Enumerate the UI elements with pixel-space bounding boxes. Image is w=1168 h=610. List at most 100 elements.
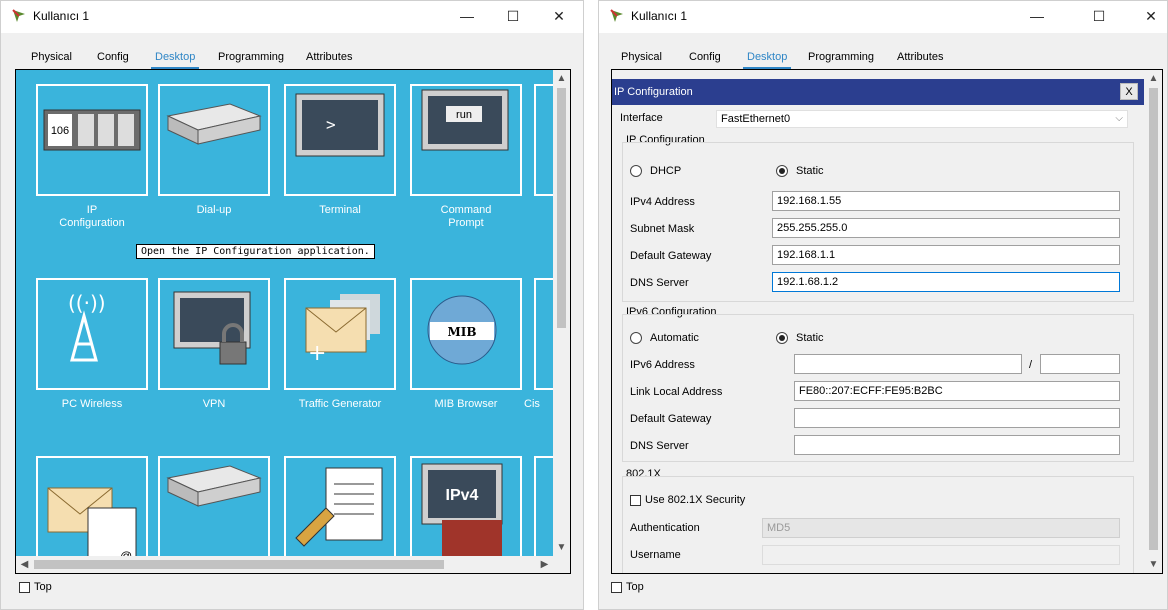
ipv6-static-label: Static — [796, 332, 824, 344]
link-local-label: Link Local Address — [630, 386, 723, 398]
tab-attributes[interactable]: Attributes — [306, 45, 352, 69]
interface-label: Interface — [620, 112, 663, 124]
scroll-up-arrow[interactable]: ▲ — [553, 70, 570, 87]
use-8021x-toggle[interactable]: Use 802.1X Security — [630, 494, 745, 506]
close-button[interactable]: ✕ — [1139, 5, 1163, 27]
tab-config[interactable]: Config — [97, 45, 129, 69]
right-window: Kullanıcı 1 — ☐ ✕ Physical Config Deskto… — [598, 0, 1168, 610]
terminal-icon: > — [295, 93, 385, 157]
tab-desktop[interactable]: Desktop — [742, 45, 792, 70]
svg-text:106: 106 — [51, 125, 69, 137]
pc-wireless-app[interactable]: ((·)) — [36, 278, 148, 390]
title-bar[interactable]: Kullanıcı 1 — ☐ ✕ — [599, 1, 1167, 33]
terminal-app[interactable]: > — [284, 84, 396, 196]
ip-configuration-app[interactable]: 106 — [36, 84, 148, 196]
interface-value: FastEthernet0 — [721, 113, 791, 125]
tab-config[interactable]: Config — [689, 45, 721, 69]
ipv6-dns-field[interactable] — [794, 435, 1120, 455]
packet-tracer-app-icon — [610, 9, 623, 22]
svg-text:IPv4: IPv4 — [446, 487, 479, 504]
authentication-select[interactable]: MD5 — [762, 518, 1120, 538]
pppoe-dialer-icon — [166, 465, 262, 507]
dhcp-radio[interactable] — [630, 165, 642, 177]
command-prompt-icon: run — [421, 89, 509, 151]
scroll-thumb-horizontal[interactable] — [34, 560, 444, 569]
tab-physical[interactable]: Physical — [621, 45, 662, 69]
subnet-mask-label: Subnet Mask — [630, 223, 695, 235]
ip-configuration-label: IP Configuration — [28, 204, 156, 230]
automatic-radio[interactable] — [630, 332, 642, 344]
dns-server-field[interactable]: 192.1.68.1.2 — [772, 272, 1120, 292]
default-gateway-label: Default Gateway — [630, 250, 712, 262]
vertical-scrollbar[interactable]: ▲ ▼ — [1145, 70, 1162, 573]
static-label: Static — [796, 165, 824, 177]
ipv6-gateway-field[interactable] — [794, 408, 1120, 428]
wireless-antenna-icon: ((·)) — [68, 291, 106, 362]
use-8021x-checkbox[interactable] — [630, 494, 641, 506]
tab-programming[interactable]: Programming — [808, 45, 874, 69]
ipv6-address-label: IPv6 Address — [630, 359, 695, 371]
static-radio[interactable] — [776, 165, 788, 177]
minimize-button[interactable]: — — [455, 5, 479, 27]
command-prompt-label-line2: Prompt — [448, 217, 484, 229]
maximize-button[interactable]: ☐ — [501, 5, 525, 27]
tab-attributes[interactable]: Attributes — [897, 45, 943, 69]
dhcp-label: DHCP — [650, 165, 682, 177]
ipv6-address-field[interactable] — [794, 354, 1022, 374]
top-toggle[interactable]: Top — [19, 581, 52, 593]
pppoe-dialer-app[interactable] — [158, 456, 270, 568]
traffic-generator-label: Traffic Generator — [298, 398, 382, 410]
ip-config-close-button[interactable]: X — [1120, 83, 1138, 100]
ipv4-address-field[interactable]: 192.168.1.55 — [772, 191, 1120, 211]
horizontal-scrollbar[interactable]: ◀ ▶ — [16, 556, 553, 573]
vertical-scrollbar[interactable]: ▲ ▼ — [553, 70, 570, 573]
subnet-mask-field[interactable]: 255.255.255.0 — [772, 218, 1120, 238]
scroll-up-arrow[interactable]: ▲ — [1145, 70, 1162, 87]
mib-browser-app[interactable]: MIB — [410, 278, 522, 390]
minimize-button[interactable]: — — [1025, 5, 1049, 27]
default-gateway-field[interactable]: 192.168.1.1 — [772, 245, 1120, 265]
dialup-label: Dial-up — [196, 204, 232, 216]
top-checkbox[interactable] — [611, 581, 622, 593]
dialup-modem-icon — [166, 103, 262, 145]
top-label: Top — [34, 581, 52, 594]
email-app[interactable]: @ — [36, 456, 148, 568]
text-editor-icon — [295, 467, 383, 547]
title-bar[interactable]: Kullanıcı 1 — ☐ ✕ — [1, 1, 583, 33]
ipv6-static-radio[interactable] — [776, 332, 788, 344]
interface-select[interactable]: FastEthernet0 ⌵ — [716, 110, 1128, 128]
scroll-thumb[interactable] — [1149, 88, 1158, 550]
command-prompt-app[interactable]: run — [410, 84, 522, 196]
svg-text:run: run — [456, 109, 472, 121]
svg-text:MIB: MIB — [447, 325, 476, 339]
ipv4-firewall-app[interactable]: IPv4 — [410, 456, 522, 568]
command-prompt-label-line1: Command — [440, 204, 492, 216]
username-field[interactable] — [762, 545, 1120, 565]
scroll-left-arrow[interactable]: ◀ — [16, 556, 33, 573]
scroll-right-arrow[interactable]: ▶ — [536, 556, 553, 573]
top-label: Top — [626, 581, 644, 594]
traffic-generator-app[interactable]: + — [284, 278, 396, 390]
dialup-app[interactable] — [158, 84, 270, 196]
link-local-field[interactable]: FE80::207:ECFF:FE95:B2BC — [794, 381, 1120, 401]
svg-text:+: + — [308, 341, 326, 366]
maximize-button[interactable]: ☐ — [1087, 5, 1111, 27]
scroll-down-arrow[interactable]: ▼ — [553, 539, 570, 556]
top-checkbox[interactable] — [19, 581, 30, 593]
tab-physical[interactable]: Physical — [31, 45, 72, 69]
ip-configuration-label-line1: IP — [86, 204, 98, 216]
tab-desktop[interactable]: Desktop — [150, 45, 200, 70]
tab-programming[interactable]: Programming — [218, 45, 284, 69]
use-8021x-label: Use 802.1X Security — [645, 494, 746, 507]
vpn-app[interactable] — [158, 278, 270, 390]
ip-config-header: IP Configuration X — [612, 79, 1144, 105]
scroll-down-arrow[interactable]: ▼ — [1145, 556, 1162, 573]
ipv4-address-label: IPv4 Address — [630, 196, 695, 208]
scroll-thumb[interactable] — [557, 88, 566, 328]
top-toggle[interactable]: Top — [611, 581, 644, 593]
ipv4-firewall-icon: IPv4 — [421, 463, 503, 560]
ipv6-prefix-field[interactable] — [1040, 354, 1120, 374]
ip-configuration-icon: 106 — [43, 109, 141, 151]
text-editor-app[interactable] — [284, 456, 396, 568]
close-button[interactable]: ✕ — [547, 5, 571, 27]
